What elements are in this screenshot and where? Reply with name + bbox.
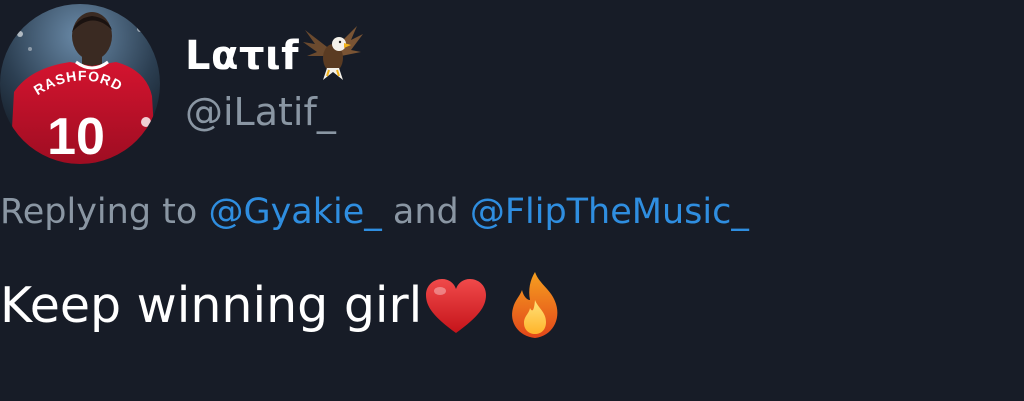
user-handle[interactable]: @iLatif_ [185, 90, 336, 134]
replying-to: Replying to @Gyakie_ and @FlipTheMusic_ [0, 192, 749, 232]
mention-link-gyakie[interactable]: @Gyakie_ [208, 192, 381, 232]
display-name[interactable]: Lατιf [185, 33, 299, 79]
tweet-body: Keep winning girl [0, 270, 564, 340]
replying-to-conjunction: and [381, 192, 470, 232]
tweet-card: RASHFORD 10 Lατιf @iLatif_ Replying to @… [0, 0, 1024, 401]
jersey-number: 10 [47, 108, 105, 164]
mention-link-flipthemusic[interactable]: @FlipTheMusic_ [470, 192, 749, 232]
display-name-row: Lατιf [185, 26, 365, 86]
heart-icon [426, 279, 487, 333]
eagle-icon [302, 26, 363, 80]
fire-icon [512, 272, 558, 338]
avatar[interactable]: RASHFORD 10 [0, 4, 160, 164]
tweet-text: Keep winning girl [0, 276, 423, 334]
replying-to-prefix: Replying to [0, 192, 209, 232]
avatar-image: RASHFORD 10 [0, 4, 160, 164]
